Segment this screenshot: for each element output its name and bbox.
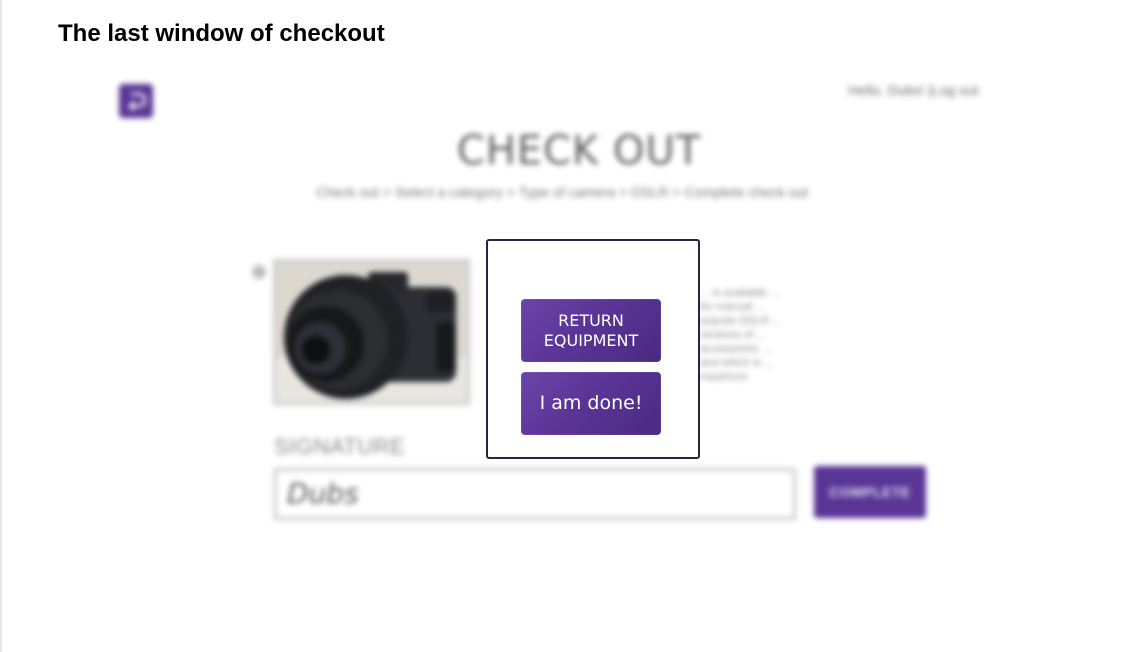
logout-link[interactable]: Log out [932, 82, 979, 98]
return-button-line1: RETURN [558, 311, 624, 330]
signature-input[interactable]: Dubs [274, 468, 796, 520]
back-button[interactable] [119, 84, 153, 118]
return-button-line2: EQUIPMENT [543, 331, 639, 350]
greeting-text: Hello, Dubs! [848, 82, 925, 98]
breadcrumb: Check out > Select a category > Type of … [315, 184, 809, 200]
checkout-modal: RETURN EQUIPMENT I am done! [486, 239, 700, 459]
dslr-camera-illustration [276, 262, 467, 402]
camera-image [273, 259, 470, 405]
complete-button[interactable]: COMPLETE [814, 466, 926, 518]
done-button[interactable]: I am done! [521, 372, 661, 435]
item-radio[interactable] [252, 265, 266, 279]
page-title: CHECK OUT [456, 128, 702, 174]
user-links: Hello, Dubs! |Log out [848, 82, 979, 98]
return-equipment-button[interactable]: RETURN EQUIPMENT [521, 299, 661, 362]
item-description: ... is available ... for manual ... popu… [700, 287, 782, 383]
return-arrow-icon [128, 92, 147, 111]
signature-label: SIGNATURE [274, 434, 406, 459]
